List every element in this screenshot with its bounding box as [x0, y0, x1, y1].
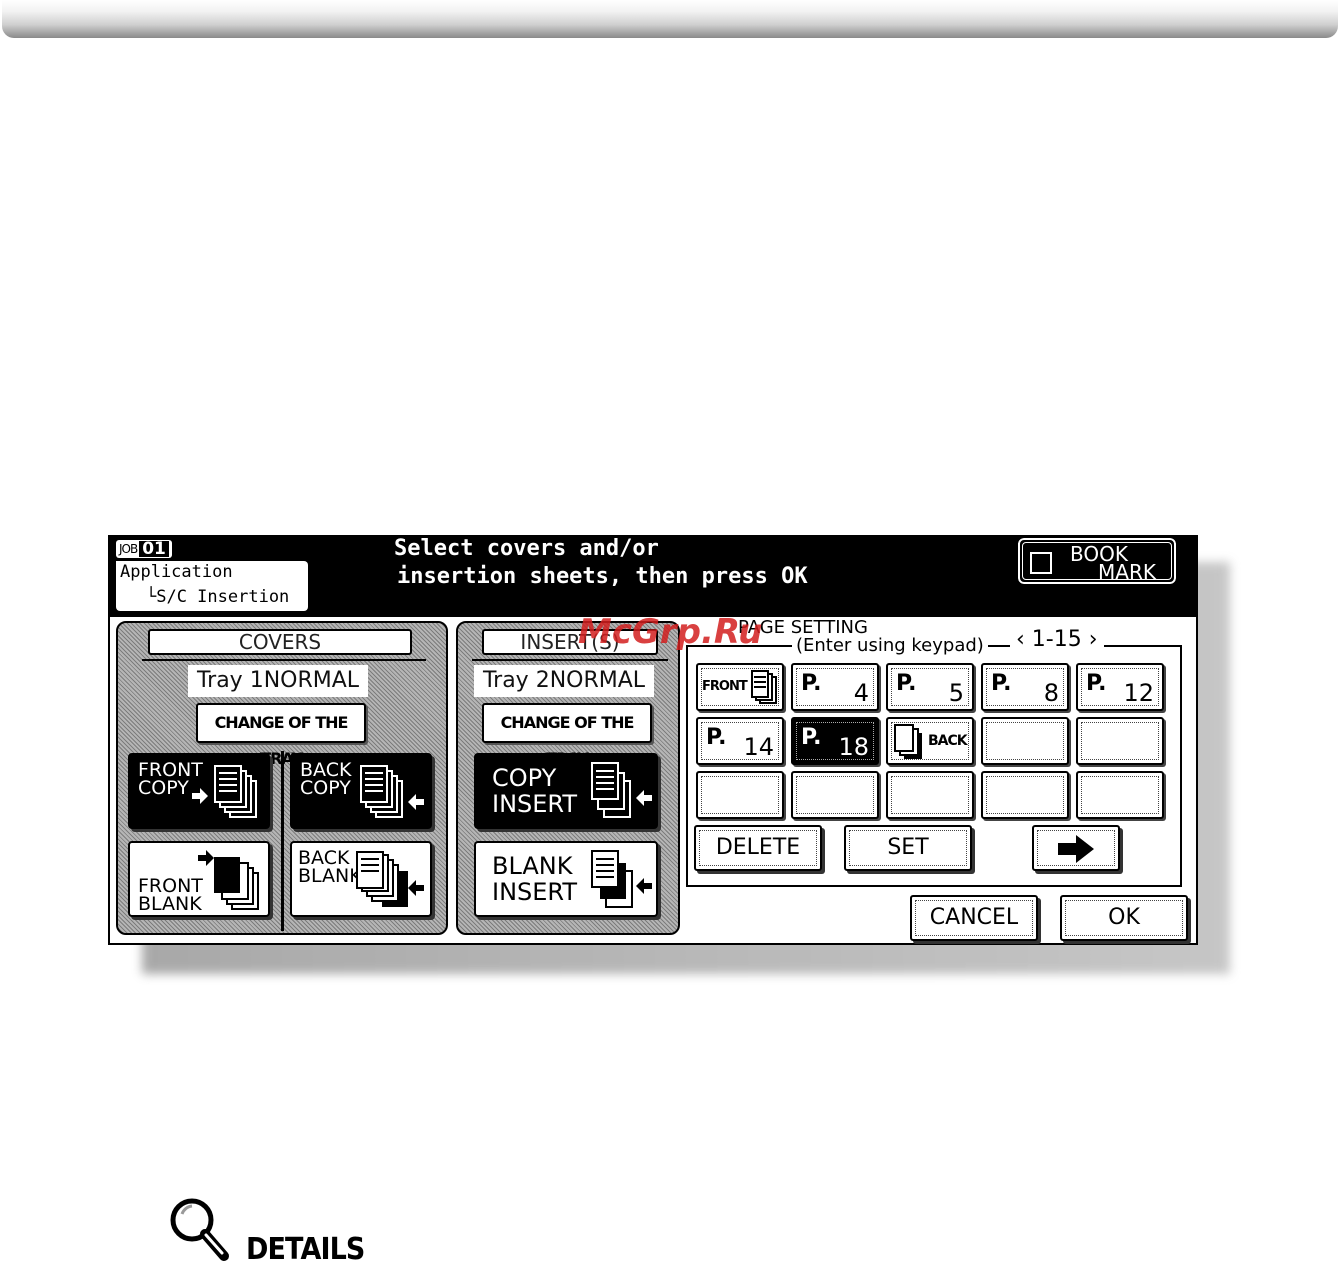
front-copy-icon [192, 765, 257, 818]
front-copy-button[interactable]: FRONT COPY [128, 753, 270, 829]
page-cell-selected[interactable]: P. 18 [791, 717, 879, 765]
job-label: JOB [119, 542, 138, 556]
breadcrumb-child: └S/C Insertion [146, 587, 290, 607]
insert-group: INSERT(S) Tray 2NORMAL CHANGE OF THE TRA… [456, 621, 680, 935]
job-indicator: JOB 01 [116, 540, 172, 558]
back-cover-cell[interactable]: BACK [886, 717, 974, 765]
ok-label: OK [1108, 905, 1140, 930]
next-arrow-button[interactable] [1032, 825, 1120, 871]
right-arrow-icon [1058, 835, 1094, 863]
empty-page-cell[interactable] [981, 717, 1069, 765]
insert-tray-label: Tray 2NORMAL [474, 665, 654, 697]
message-line-1: Select covers and/or [394, 536, 659, 561]
back-copy-label: BACK COPY [300, 759, 352, 799]
page-range-selector[interactable]: ‹ 1-15 › [1010, 627, 1104, 652]
page-prefix: P. [801, 725, 822, 750]
copy-insert-label: COPY INSERT [492, 764, 578, 818]
panel-header: JOB 01 Application └S/C Insertion Select… [108, 535, 1198, 617]
page-prefix: P. [991, 671, 1012, 696]
empty-page-cell[interactable] [886, 771, 974, 819]
ok-button[interactable]: OK [1060, 895, 1188, 941]
page-cell[interactable]: P. 8 [981, 663, 1069, 711]
delete-label: DELETE [715, 835, 801, 860]
covers-vertical-divider [281, 751, 284, 931]
page-prefix: P. [801, 671, 822, 696]
covers-divider [142, 659, 426, 661]
cancel-label: CANCEL [929, 905, 1019, 930]
copy-insert-button[interactable]: COPY INSERT [474, 753, 658, 829]
covers-change-tray-button[interactable]: CHANGE OF THE TRAY [196, 703, 366, 768]
page-prefix: P. [706, 725, 727, 750]
front-cell-label: FRONT [702, 679, 748, 694]
covers-tray-label: Tray 1NORMAL [188, 665, 368, 697]
details-label: DETAILS [246, 1232, 365, 1267]
blank-insert-label: BLANK INSERT [492, 852, 578, 906]
breadcrumb-root: Application [120, 562, 233, 582]
empty-page-cell[interactable] [791, 771, 879, 819]
empty-page-cell[interactable] [1076, 717, 1164, 765]
cancel-button[interactable]: CANCEL [910, 895, 1038, 941]
details-section: DETAILS [166, 1196, 365, 1270]
page-cell[interactable]: P. 14 [696, 717, 784, 765]
back-cell-label: BACK [928, 733, 968, 749]
front-blank-button[interactable]: FRONT BLANK [128, 841, 270, 917]
covers-title: COVERS [148, 629, 412, 655]
page-prefix: P. [896, 671, 917, 696]
insert-change-tray-button[interactable]: CHANGE OF THE TRAY [482, 703, 652, 768]
front-blank-icon [198, 850, 259, 910]
job-number: 01 [139, 541, 169, 558]
page-number: 8 [1043, 679, 1059, 707]
empty-page-cell[interactable] [981, 771, 1069, 819]
delete-button[interactable]: DELETE [694, 825, 822, 871]
back-copy-icon [360, 765, 424, 818]
panel-body: COVERS Tray 1NORMAL CHANGE OF THE TRAY F… [110, 617, 1196, 943]
back-copy-button[interactable]: BACK COPY [290, 753, 432, 829]
page-cell[interactable]: P. 12 [1076, 663, 1164, 711]
control-panel: JOB 01 Application └S/C Insertion Select… [108, 535, 1198, 945]
bookmark-label-2: MARK [1098, 560, 1156, 584]
insert-divider [472, 659, 668, 661]
breadcrumb: Application └S/C Insertion [116, 561, 308, 611]
page-number: 4 [853, 679, 869, 707]
page-number: 5 [948, 679, 964, 707]
watermark: McGrp.Ru [578, 612, 763, 652]
instruction-message: Select covers and/or insertion sheets, t… [394, 535, 808, 591]
message-line-2: insertion sheets, then press OK [397, 564, 808, 589]
back-stack-icon [894, 724, 922, 759]
page-cell[interactable]: P. 4 [791, 663, 879, 711]
back-blank-icon [356, 851, 424, 907]
magnifier-icon [170, 1198, 229, 1261]
empty-page-cell[interactable] [696, 771, 784, 819]
back-blank-button[interactable]: BACK BLANK [290, 841, 432, 917]
page-number: 14 [743, 733, 774, 761]
blank-insert-button[interactable]: BLANK INSERT [474, 841, 658, 917]
set-button[interactable]: SET [844, 825, 972, 871]
checkbox-icon [1030, 552, 1052, 574]
page-number: 12 [1123, 679, 1154, 707]
page-cell[interactable]: P. 5 [886, 663, 974, 711]
bookmark-button[interactable]: BOOK MARK [1017, 537, 1177, 585]
front-stack-icon [751, 670, 777, 704]
covers-group: COVERS Tray 1NORMAL CHANGE OF THE TRAY F… [116, 621, 448, 935]
front-cover-cell[interactable]: FRONT [696, 663, 784, 711]
set-label: SET [887, 835, 929, 860]
page-setting-subtitle: (Enter using keypad) [792, 637, 988, 655]
copy-insert-icon [591, 762, 652, 818]
blank-insert-icon [591, 850, 652, 908]
page-prefix: P. [1086, 671, 1107, 696]
top-decorative-bar [2, 0, 1338, 38]
empty-page-cell[interactable] [1076, 771, 1164, 819]
page-number: 18 [838, 733, 869, 761]
